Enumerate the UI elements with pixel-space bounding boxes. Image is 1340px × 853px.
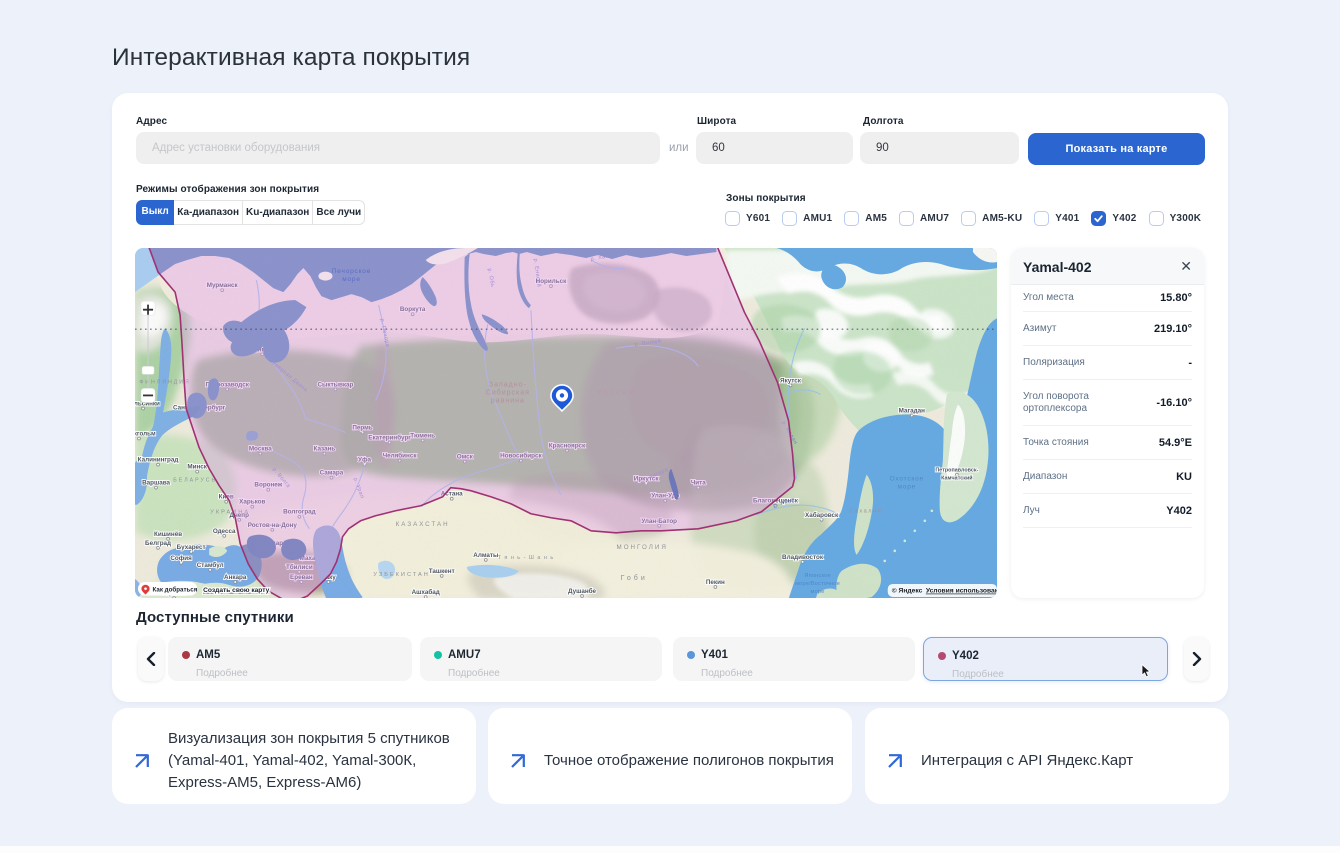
svg-text:Печорское: Печорское [332,268,371,275]
svg-text:море: море [342,276,361,283]
svg-text:равнина: равнина [491,397,525,404]
svg-text:Условия использования: Условия использования [926,588,997,595]
svg-text:© Яндекс: © Яндекс [892,587,923,595]
svg-text:Западно-: Западно- [489,381,527,388]
svg-text:РОССИЯ: РОССИЯ [597,390,635,396]
svg-text:Сибирская: Сибирская [486,388,530,396]
svg-text:Создать свою карту: Создать свою карту [203,587,270,594]
svg-text:Как добраться: Как добраться [153,586,198,593]
